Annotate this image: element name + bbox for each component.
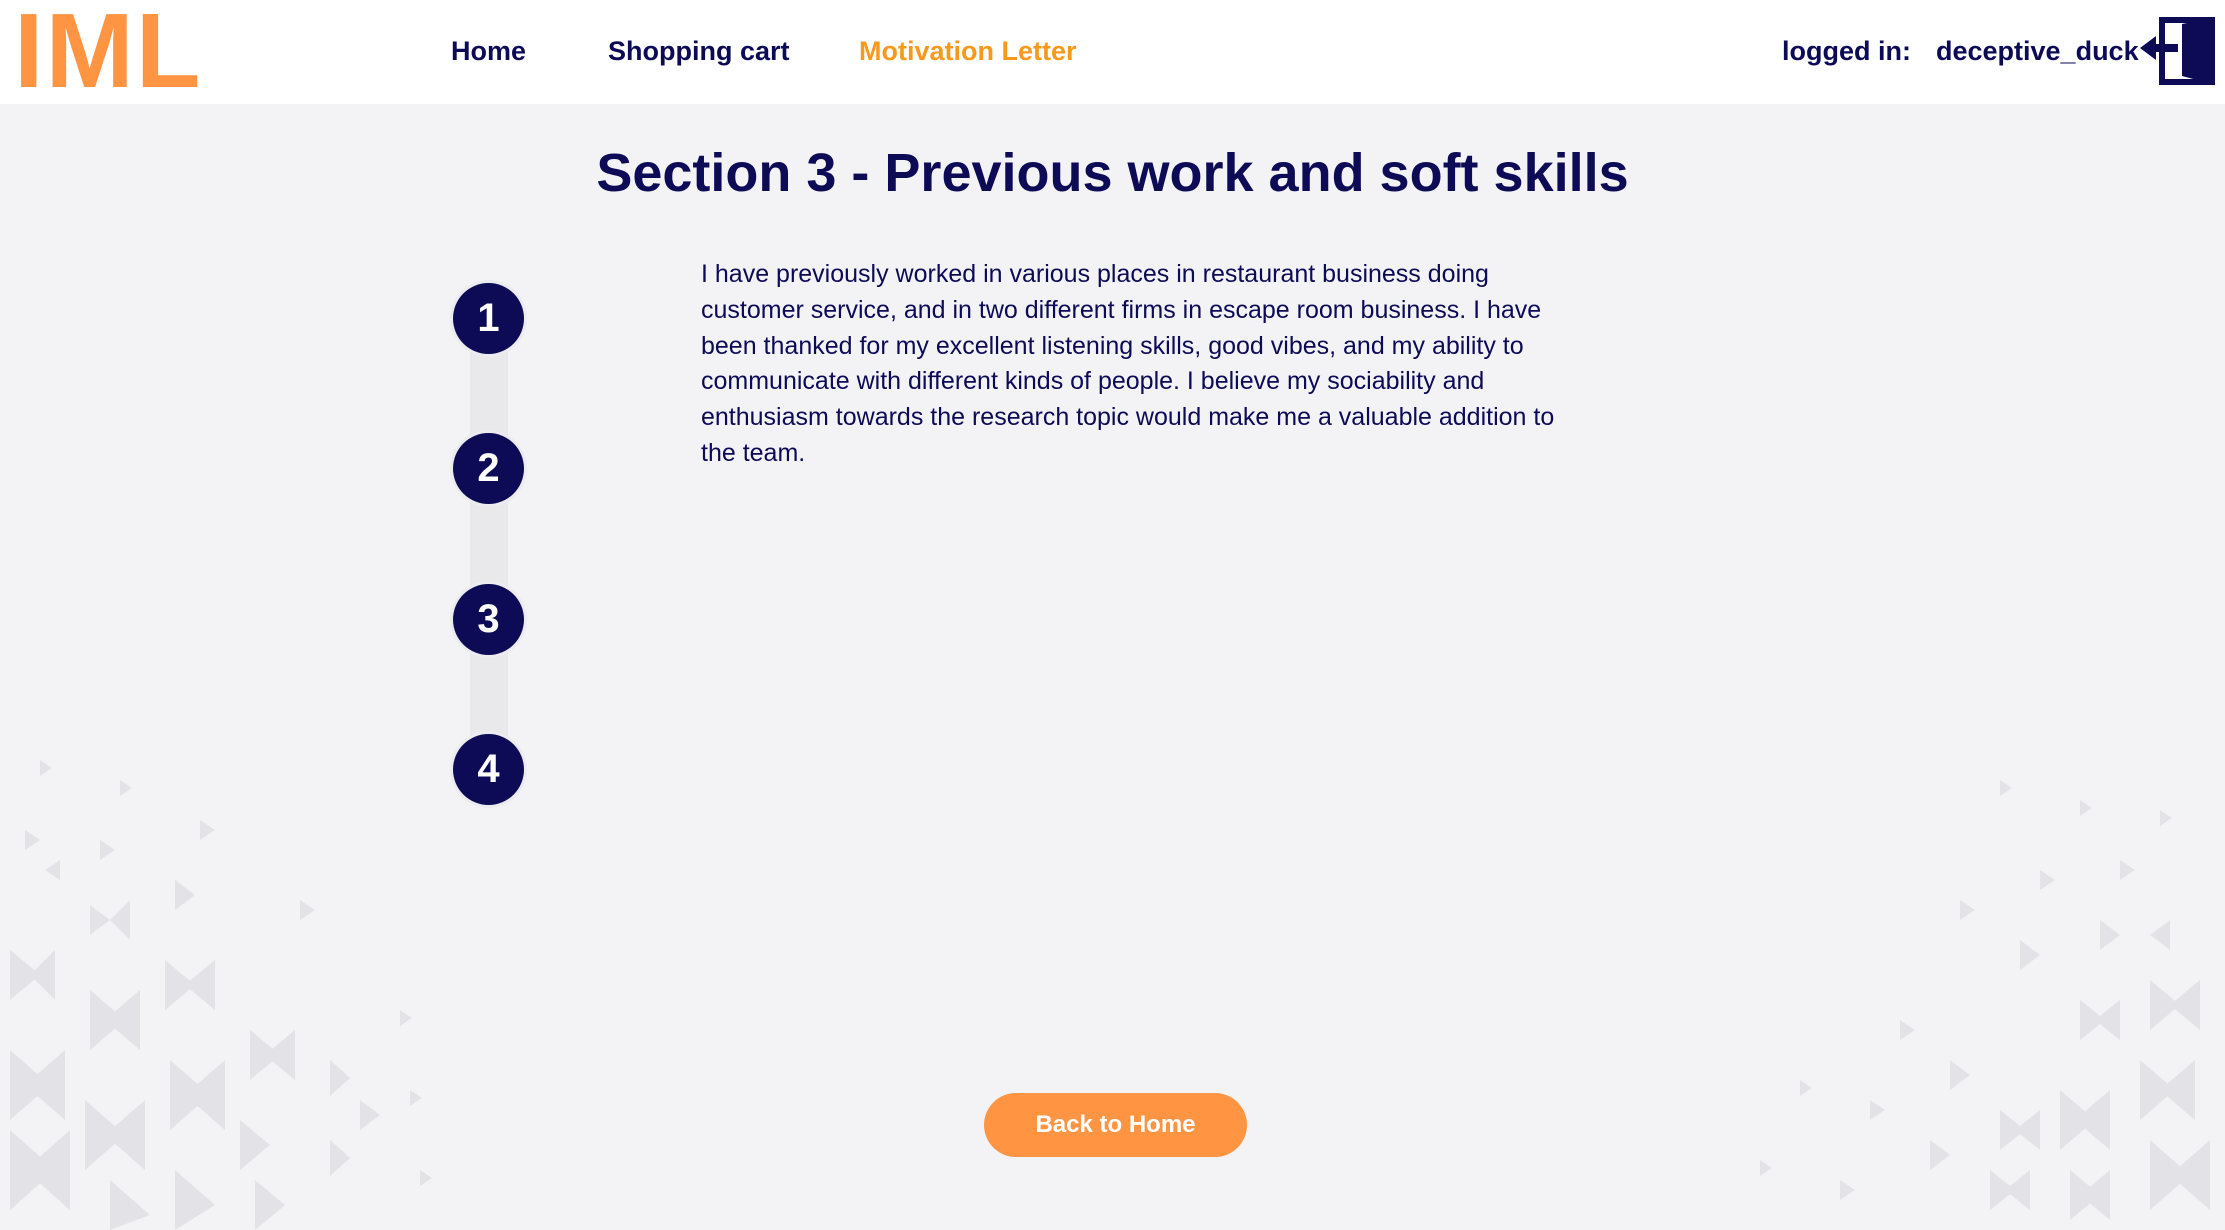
- step-4-button[interactable]: 4: [453, 734, 524, 805]
- logout-door-icon[interactable]: [2140, 14, 2216, 88]
- username: deceptive_duck: [1936, 36, 2139, 66]
- step-3-button[interactable]: 3: [453, 584, 524, 655]
- nav-motivation-letter[interactable]: Motivation Letter: [859, 36, 1077, 67]
- top-navbar: IML Home Shopping cart Motivation Letter…: [0, 0, 2225, 106]
- step-2-button[interactable]: 2: [453, 433, 524, 504]
- page-title: Section 3 - Previous work and soft skill…: [596, 143, 1629, 203]
- back-to-home-button[interactable]: Back to Home: [984, 1093, 1247, 1157]
- iml-logo[interactable]: IML: [14, 0, 203, 106]
- nav-home[interactable]: Home: [451, 36, 526, 67]
- step-1-button[interactable]: 1: [453, 283, 524, 354]
- stepper-track: [470, 330, 508, 760]
- section-text: I have previously worked in various plac…: [701, 260, 1555, 467]
- logged-in-label: logged in:: [1782, 36, 1911, 66]
- nav-shopping-cart[interactable]: Shopping cart: [608, 36, 790, 67]
